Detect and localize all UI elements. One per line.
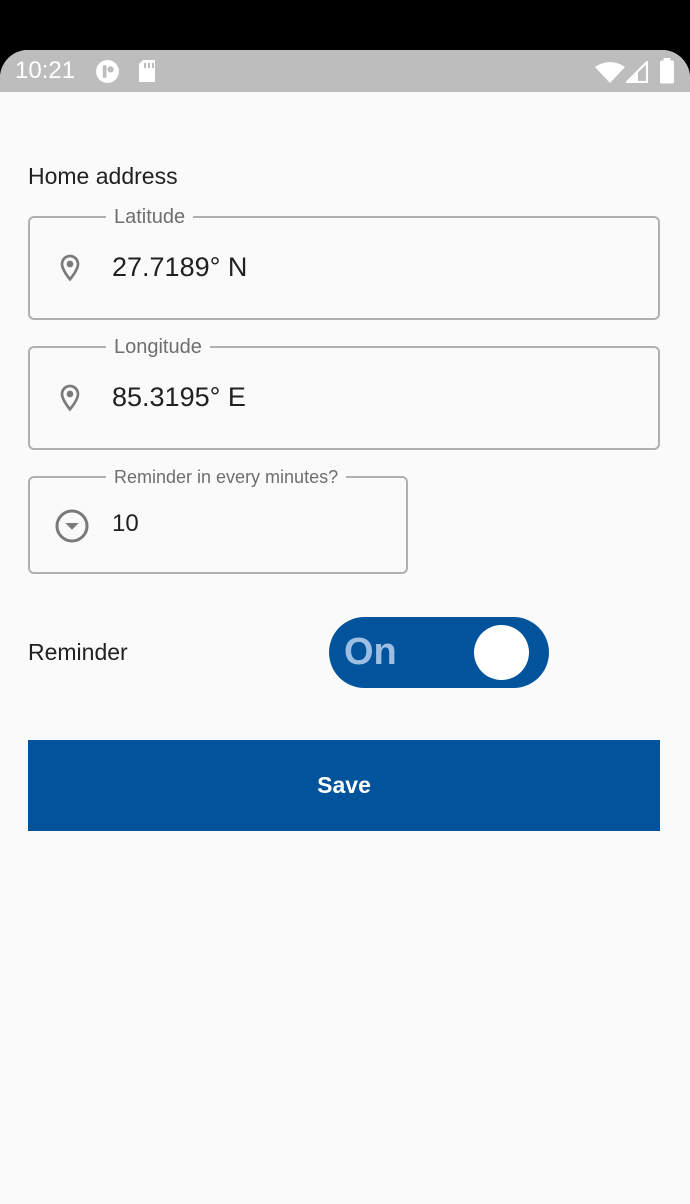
location-pin-icon: [60, 254, 80, 282]
longitude-value: 85.3195° E: [112, 382, 246, 412]
status-time: 10:21: [15, 57, 76, 84]
app-screen: 10:21 Home address Latitude 27.7189° N L…: [0, 50, 690, 1204]
dropdown-circle-icon[interactable]: [54, 508, 90, 544]
latitude-label: Latitude: [106, 206, 194, 228]
reminder-toggle[interactable]: On: [329, 617, 549, 688]
cell-signal-icon: [626, 61, 648, 83]
reminder-interval-label: Reminder in every minutes?: [106, 467, 347, 487]
battery-icon: [660, 58, 674, 84]
app-notification-icon: [96, 60, 119, 83]
reminder-interval-dropdown[interactable]: Reminder in every minutes? 10: [28, 467, 408, 574]
reminder-interval-value: 10: [112, 510, 139, 537]
save-button[interactable]: Save: [28, 740, 660, 831]
sd-card-icon: [139, 60, 155, 82]
reminder-toggle-text: On: [344, 631, 397, 673]
location-pin-icon: [60, 384, 80, 412]
longitude-label: Longitude: [106, 336, 210, 358]
latitude-value: 27.7189° N: [112, 252, 248, 282]
longitude-field[interactable]: Longitude 85.3195° E: [28, 336, 660, 450]
latitude-field[interactable]: Latitude 27.7189° N: [28, 206, 660, 320]
wifi-icon: [595, 62, 625, 83]
status-bar: 10:21: [0, 50, 690, 92]
reminder-toggle-knob[interactable]: [474, 625, 529, 680]
reminder-label: Reminder: [28, 639, 128, 665]
section-title-home-address: Home address: [28, 163, 178, 189]
